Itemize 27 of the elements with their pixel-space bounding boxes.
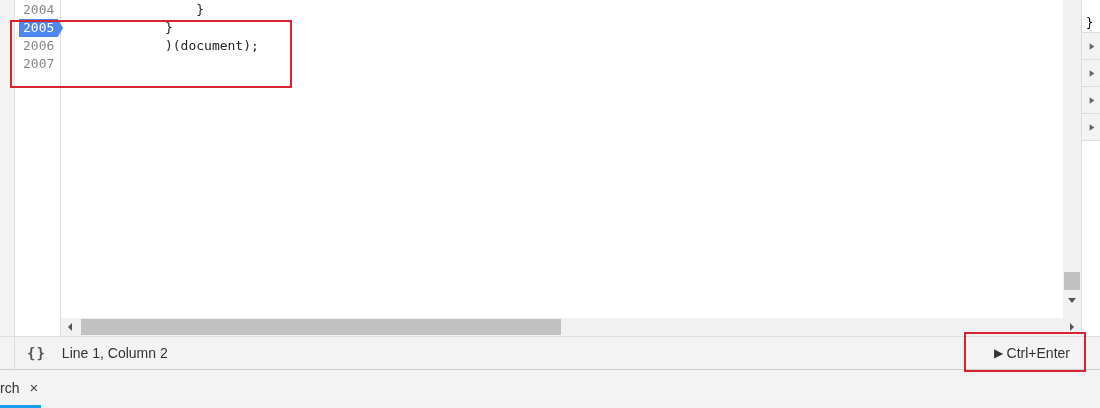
cursor-position: Line 1, Column 2 (61, 345, 168, 361)
drawer-tab[interactable]: rch × (0, 370, 41, 408)
tab-label: rch (0, 379, 20, 396)
scroll-down-icon[interactable] (1067, 298, 1077, 304)
code-editor[interactable]: } } )(document); (61, 0, 1063, 318)
line-number[interactable]: 2007 (15, 55, 60, 73)
expand-row[interactable] (1082, 87, 1100, 114)
line-number[interactable]: 2006 (15, 37, 60, 55)
code-line: )(document); (163, 38, 259, 53)
expand-row[interactable] (1082, 60, 1100, 87)
line-number[interactable]: 2004 (15, 1, 60, 19)
code-line: } (195, 2, 205, 17)
code-line: } (163, 20, 173, 35)
expand-arrow-icon[interactable] (1088, 95, 1096, 105)
expand-row[interactable] (1082, 33, 1100, 60)
expand-arrow-icon[interactable] (1088, 68, 1096, 78)
run-button[interactable]: ▶ Ctrl+Enter (987, 341, 1076, 365)
scrollbar-thumb[interactable] (81, 319, 561, 335)
scroll-right-icon[interactable] (1069, 322, 1075, 332)
expand-arrow-icon[interactable] (1088, 41, 1096, 51)
code-text: } (1086, 16, 1094, 32)
expand-arrow-icon[interactable] (1088, 122, 1096, 132)
expand-row[interactable] (1082, 114, 1100, 141)
close-icon[interactable]: × (29, 379, 39, 396)
scrollbar-thumb[interactable] (1064, 272, 1080, 290)
pretty-print-button[interactable]: {} (23, 343, 50, 363)
scroll-left-icon[interactable] (67, 322, 73, 332)
